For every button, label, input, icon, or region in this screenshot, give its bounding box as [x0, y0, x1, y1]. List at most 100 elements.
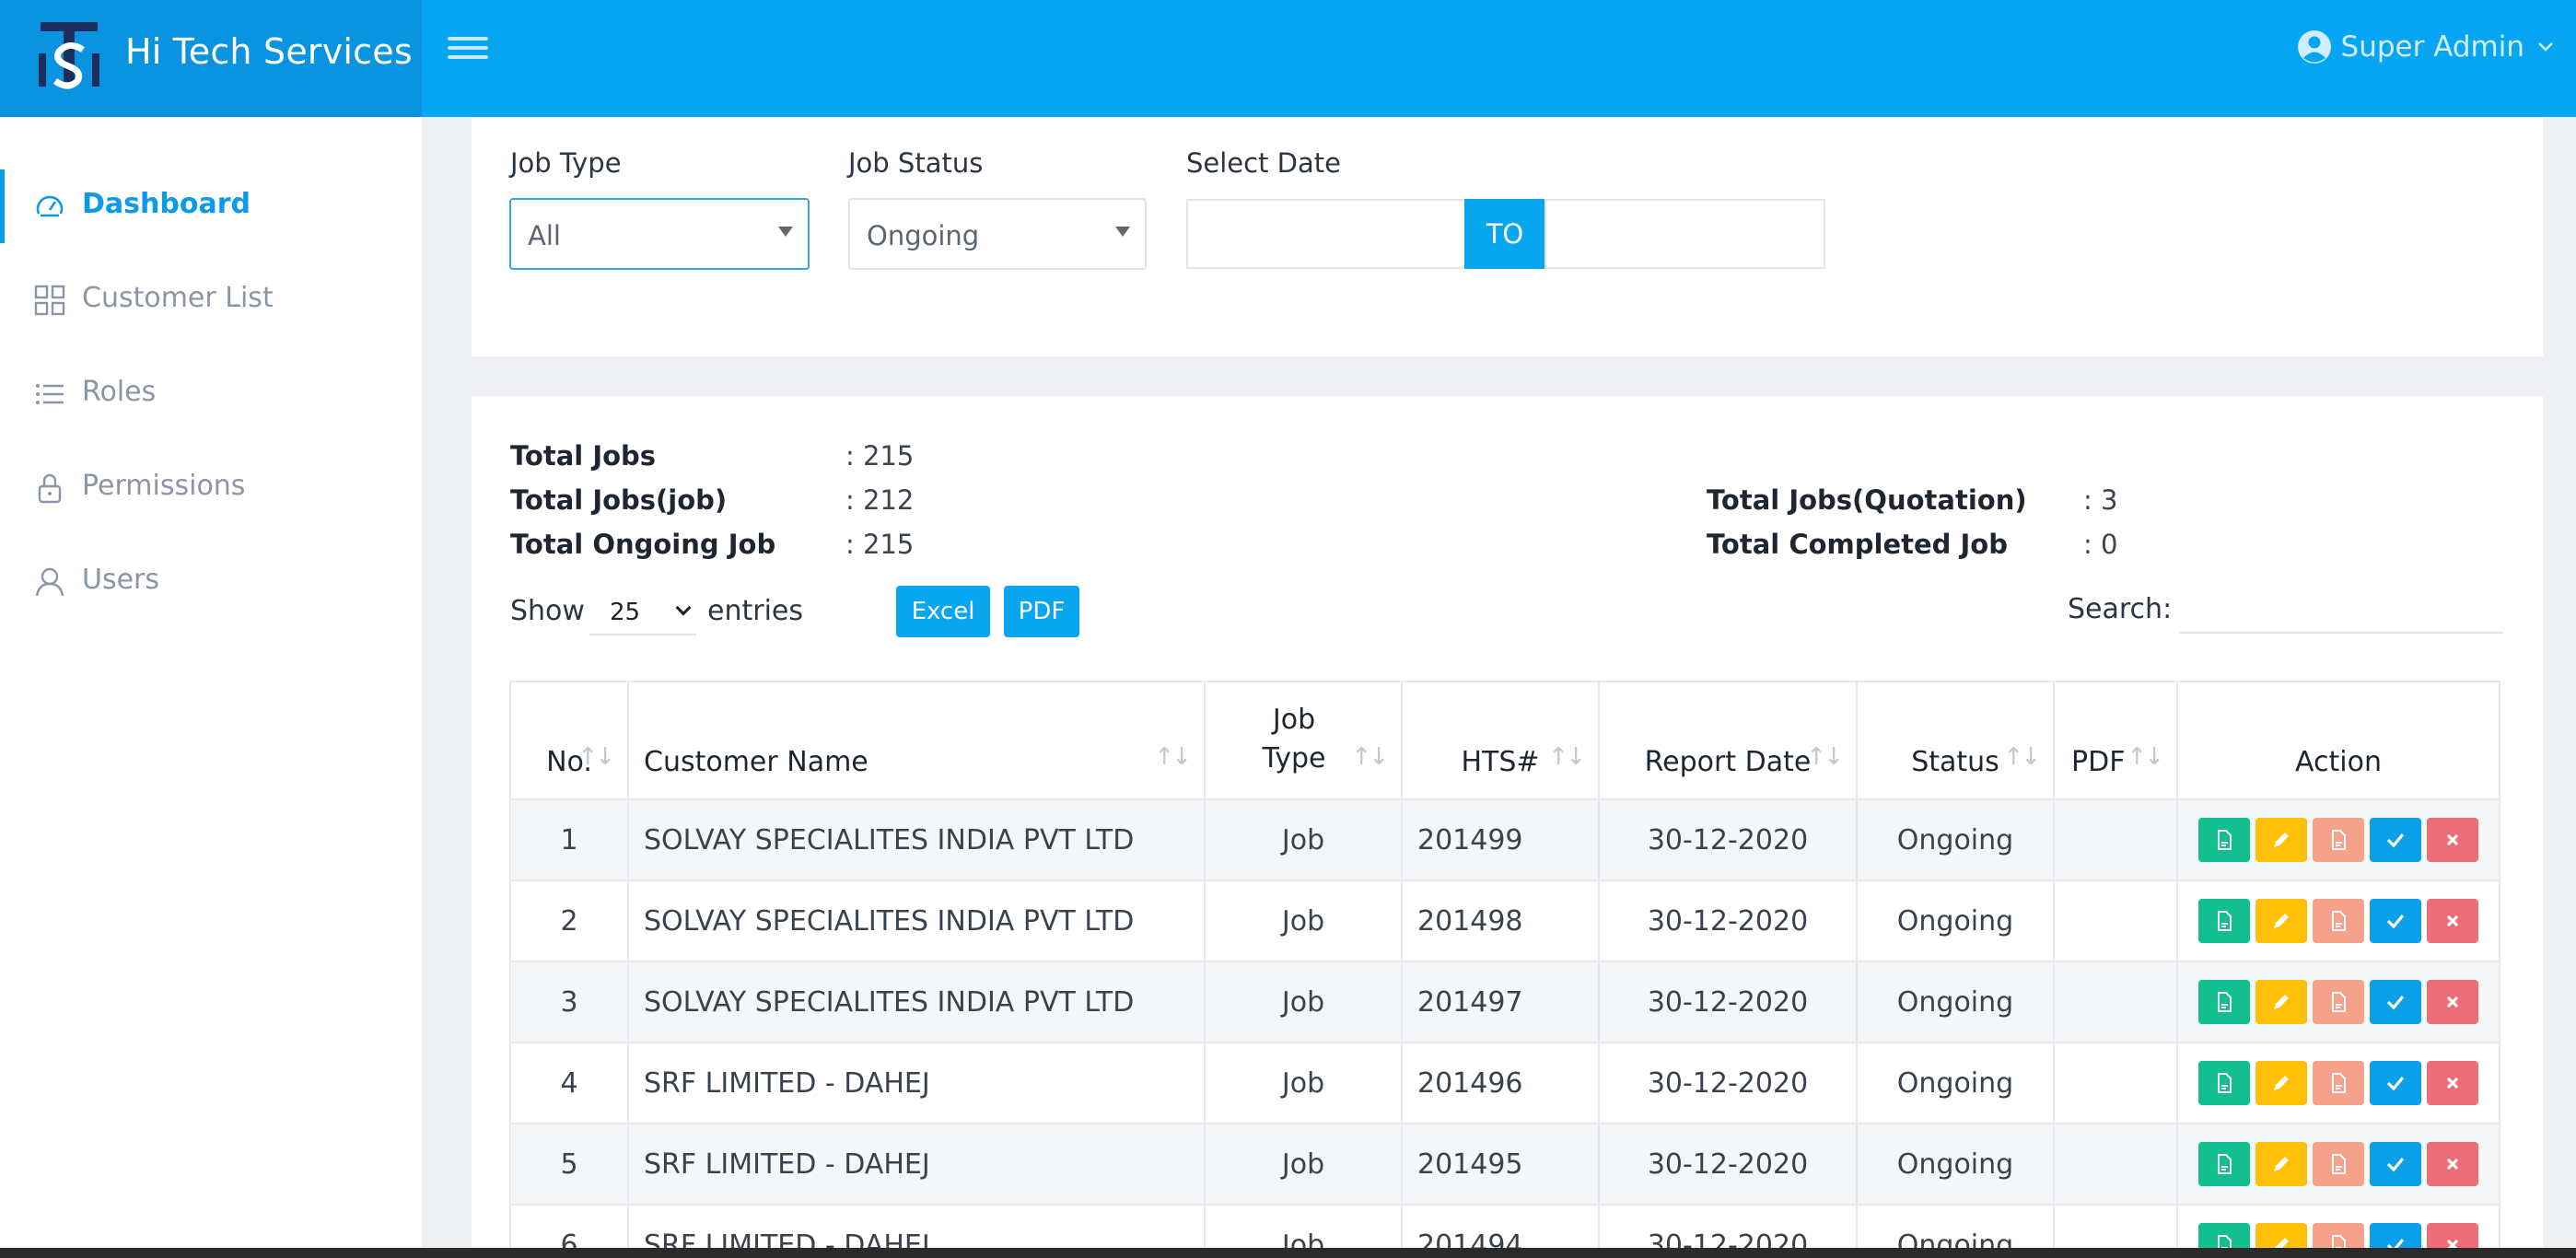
user-avatar-icon [2297, 30, 2331, 64]
sidebar-item-users[interactable]: Users [0, 545, 422, 619]
complete-button[interactable] [2370, 1142, 2421, 1186]
cell-hts: 201498 [1401, 879, 1600, 962]
sidebar-item-dashboard[interactable]: Dashboard [0, 169, 422, 243]
edit-button[interactable] [2255, 980, 2307, 1024]
document-button[interactable] [2313, 1142, 2364, 1186]
table-row: 4 SRF LIMITED - DAHEJ Job 201496 30-12-2020 O… [509, 1042, 2500, 1124]
sidebar-item-label: Dashboard [82, 188, 251, 220]
window-bottom-edge [0, 1248, 2576, 1258]
total-quotation-label: Total Jobs(Quotation) [1707, 484, 2027, 516]
table-row: 1 SOLVAY SPECIALITES INDIA PVT LTD Job 2014… [509, 798, 2500, 881]
cell-hts: 201496 [1401, 1042, 1600, 1124]
jobs-table: No. ↑↓ Customer Name ↑↓ Job Type ↑↓ HTS# ↑↓ … [509, 681, 2500, 1258]
chevron-down-icon [675, 600, 692, 616]
brand[interactable]: Hi Tech Services [0, 0, 422, 117]
table-row: 2 SOLVAY SPECIALITES INDIA PVT LTD Job 2014… [509, 879, 2500, 962]
sort-icon: ↑↓ [577, 743, 615, 771]
cell-job-type: Job [1204, 879, 1403, 962]
table-row: 3 SOLVAY SPECIALITES INDIA PVT LTD Job 2014… [509, 961, 2500, 1043]
column-header-label: Action [2295, 746, 2382, 778]
sort-icon: ↑↓ [1806, 743, 1844, 771]
cell-report-date: 30-12-2020 [1598, 1123, 1858, 1206]
generate-report-button[interactable] [2198, 818, 2250, 862]
cell-customer-name: SOLVAY SPECIALITES INDIA PVT LTD [627, 798, 1206, 881]
cell-hts: 201495 [1401, 1123, 1600, 1206]
edit-button[interactable] [2255, 1061, 2307, 1105]
sort-icon: ↑↓ [1351, 743, 1389, 771]
edit-button[interactable] [2255, 899, 2307, 943]
total-completed-value: : 0 [2083, 529, 2118, 560]
cell-no: 4 [509, 1042, 629, 1124]
generate-report-button[interactable] [2198, 899, 2250, 943]
column-header-hts[interactable]: HTS# ↑↓ [1401, 681, 1600, 800]
cell-status: Ongoing [1856, 879, 2055, 962]
document-button[interactable] [2313, 899, 2364, 943]
cell-status: Ongoing [1856, 1042, 2055, 1124]
entries-select[interactable]: 25 [589, 591, 696, 635]
cell-actions [2176, 1123, 2500, 1206]
column-header-job-type[interactable]: Job Type ↑↓ [1204, 681, 1403, 800]
generate-report-button[interactable] [2198, 1061, 2250, 1105]
edit-button[interactable] [2255, 818, 2307, 862]
complete-button[interactable] [2370, 899, 2421, 943]
document-button[interactable] [2313, 980, 2364, 1024]
cell-report-date: 30-12-2020 [1598, 1042, 1858, 1124]
cell-pdf [2053, 961, 2178, 1043]
delete-button[interactable] [2427, 899, 2478, 943]
sidebar: Dashboard Customer List Roles Permission… [0, 117, 422, 1258]
column-header-customer-name[interactable]: Customer Name ↑↓ [627, 681, 1206, 800]
excel-button[interactable]: Excel [896, 586, 990, 637]
document-button[interactable] [2313, 818, 2364, 862]
sidebar-item-label: Users [82, 564, 160, 596]
cell-report-date: 30-12-2020 [1598, 798, 1858, 881]
complete-button[interactable] [2370, 1061, 2421, 1105]
date-to-input[interactable] [1544, 199, 1825, 269]
delete-button[interactable] [2427, 1142, 2478, 1186]
delete-button[interactable] [2427, 818, 2478, 862]
column-header-pdf[interactable]: PDF ↑↓ [2053, 681, 2178, 800]
complete-button[interactable] [2370, 818, 2421, 862]
cell-report-date: 30-12-2020 [1598, 879, 1858, 962]
sort-icon: ↑↓ [2003, 743, 2041, 771]
table-header-row: No. ↑↓ Customer Name ↑↓ Job Type ↑↓ HTS# ↑↓ … [509, 681, 2500, 800]
total-ongoing-label: Total Ongoing Job [510, 529, 776, 560]
cell-pdf [2053, 1042, 2178, 1124]
search-input[interactable] [2179, 582, 2503, 634]
date-from-input[interactable] [1186, 199, 1466, 269]
generate-report-button[interactable] [2198, 1142, 2250, 1186]
column-header-no[interactable]: No. ↑↓ [509, 681, 629, 800]
cell-customer-name: SOLVAY SPECIALITES INDIA PVT LTD [627, 879, 1206, 962]
cell-customer-name: SRF LIMITED - DAHEJ [627, 1123, 1206, 1206]
user-menu[interactable]: Super Admin [2297, 29, 2563, 64]
hamburger-menu-icon[interactable] [448, 31, 488, 68]
sidebar-item-roles[interactable]: Roles [0, 357, 422, 431]
column-header-status[interactable]: Status ↑↓ [1856, 681, 2055, 800]
sidebar-item-permissions[interactable]: Permissions [0, 451, 422, 525]
cell-no: 5 [509, 1123, 629, 1206]
job-type-select[interactable]: All [509, 198, 810, 270]
edit-button[interactable] [2255, 1142, 2307, 1186]
generate-report-button[interactable] [2198, 980, 2250, 1024]
sort-icon: ↑↓ [1154, 743, 1192, 771]
cell-job-type: Job [1204, 1042, 1403, 1124]
sidebar-item-label: Permissions [82, 470, 246, 502]
column-header-action: Action [2176, 681, 2500, 800]
cell-status: Ongoing [1856, 1123, 2055, 1206]
cell-job-type: Job [1204, 1123, 1403, 1206]
sidebar-item-label: Roles [82, 376, 157, 408]
delete-button[interactable] [2427, 1061, 2478, 1105]
user-icon [35, 567, 64, 597]
total-quotation-value: : 3 [2083, 484, 2118, 516]
complete-button[interactable] [2370, 980, 2421, 1024]
pdf-button[interactable]: PDF [1004, 586, 1079, 637]
total-completed-label: Total Completed Job [1707, 529, 2008, 560]
job-status-select[interactable]: Ongoing [848, 198, 1147, 270]
sort-icon: ↑↓ [1548, 743, 1586, 771]
column-header-report-date[interactable]: Report Date ↑↓ [1598, 681, 1858, 800]
cell-pdf [2053, 1123, 2178, 1206]
document-button[interactable] [2313, 1061, 2364, 1105]
column-header-label: HTS# [1461, 746, 1540, 778]
cell-customer-name: SOLVAY SPECIALITES INDIA PVT LTD [627, 961, 1206, 1043]
sidebar-item-customer-list[interactable]: Customer List [0, 263, 422, 337]
delete-button[interactable] [2427, 980, 2478, 1024]
